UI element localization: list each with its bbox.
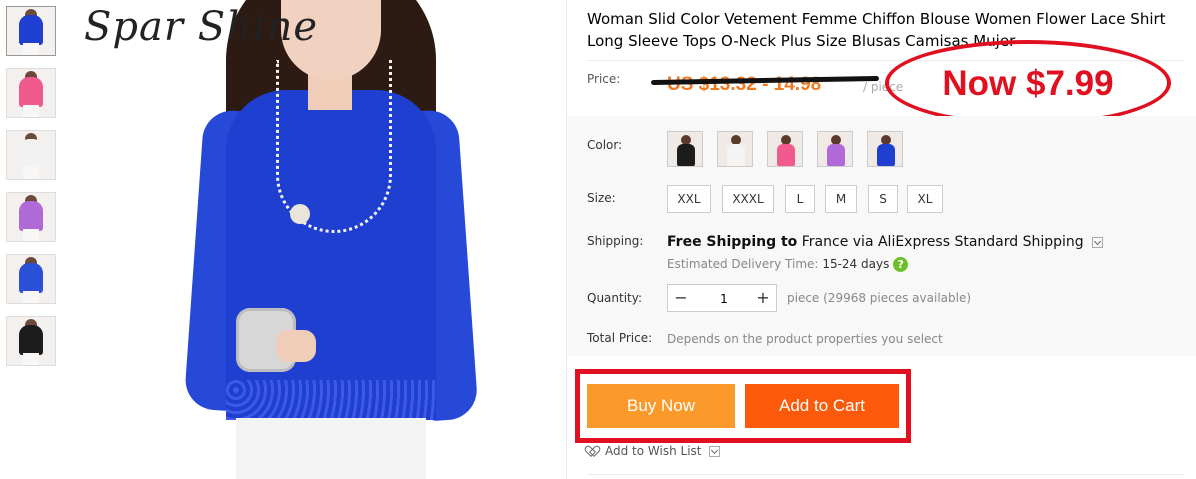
quantity-input[interactable] bbox=[694, 285, 754, 313]
quantity-available: piece (29968 pieces available) bbox=[787, 291, 972, 305]
quantity-decrease-button[interactable]: − bbox=[668, 285, 694, 311]
lace-hem bbox=[226, 380, 436, 420]
brand-watermark: Spar Shine bbox=[84, 4, 319, 50]
thumbnail[interactable] bbox=[6, 130, 56, 180]
swatch-body bbox=[727, 144, 745, 166]
help-icon[interactable]: ? bbox=[893, 257, 909, 272]
heart-icon bbox=[587, 446, 601, 458]
swatch-body bbox=[677, 144, 695, 166]
swatch-body bbox=[877, 144, 895, 166]
thumbnail[interactable] bbox=[6, 6, 56, 56]
swatch-body bbox=[777, 144, 795, 166]
thumbnail-list bbox=[6, 6, 56, 378]
thumbnail[interactable] bbox=[6, 254, 56, 304]
size-option-xxxl[interactable]: XXXL bbox=[722, 185, 774, 213]
quantity-increase-button[interactable]: + bbox=[750, 285, 776, 311]
thumbnail-figure bbox=[19, 263, 43, 293]
thumbnail-figure bbox=[19, 15, 43, 45]
shipping-method: AliExpress Standard Shipping bbox=[877, 234, 1084, 250]
buy-now-button[interactable]: Buy Now bbox=[587, 384, 735, 428]
product-info-panel: Woman Slid Color Vetement Femme Chiffon … bbox=[566, 0, 1196, 479]
swatch-body bbox=[827, 144, 845, 166]
now-price: Now $7.99 bbox=[942, 64, 1114, 103]
thumbnail[interactable] bbox=[6, 192, 56, 242]
shipping-info: Free Shipping to France via AliExpress S… bbox=[667, 234, 1104, 250]
total-price-label: Total Price: bbox=[587, 331, 653, 345]
shipping-country: France via bbox=[801, 234, 874, 250]
quantity-label: Quantity: bbox=[587, 291, 643, 305]
delivery-days: 15-24 days bbox=[822, 257, 890, 271]
color-swatch[interactable] bbox=[867, 131, 903, 167]
color-swatch[interactable] bbox=[667, 131, 703, 167]
quantity-stepper: − + bbox=[667, 284, 777, 313]
white-pants bbox=[236, 418, 426, 479]
price-label: Price: bbox=[587, 72, 621, 86]
free-shipping-text: Free Shipping to bbox=[667, 234, 798, 250]
size-option-l[interactable]: L bbox=[785, 185, 815, 213]
delivery-label: Estimated Delivery Time: bbox=[667, 257, 819, 271]
thumbnail-figure bbox=[19, 77, 43, 107]
product-properties: Color: Size: XXL XXXL L M S XL Shipping:… bbox=[567, 116, 1196, 356]
color-swatch[interactable] bbox=[717, 131, 753, 167]
thumbnail-figure bbox=[19, 201, 43, 231]
add-to-wish-list-link[interactable]: Add to Wish List bbox=[587, 444, 721, 458]
thumbnail-figure bbox=[19, 139, 43, 169]
color-swatch[interactable] bbox=[767, 131, 803, 167]
flower-pendant bbox=[290, 204, 310, 224]
thumbnail-pants bbox=[23, 43, 39, 55]
thumbnail-pants bbox=[23, 229, 39, 241]
thumbnail[interactable] bbox=[6, 316, 56, 366]
divider bbox=[587, 474, 1183, 475]
thumbnail-pants bbox=[23, 105, 39, 117]
size-option-xl[interactable]: XL bbox=[907, 185, 943, 213]
total-price-note: Depends on the product properties you se… bbox=[667, 332, 943, 346]
color-label: Color: bbox=[587, 138, 623, 152]
thumbnail[interactable] bbox=[6, 68, 56, 118]
thumbnail-pants bbox=[23, 167, 39, 179]
size-option-s[interactable]: S bbox=[868, 185, 898, 213]
chevron-down-icon[interactable] bbox=[1092, 236, 1104, 248]
size-label: Size: bbox=[587, 191, 616, 205]
delivery-estimate: Estimated Delivery Time: 15-24 days ? bbox=[667, 257, 909, 272]
thumbnail-figure bbox=[19, 325, 43, 355]
thumbnail-pants bbox=[23, 291, 39, 303]
product-main-image[interactable]: Spar Shine bbox=[76, 0, 564, 479]
model-hand bbox=[276, 330, 316, 362]
color-swatch[interactable] bbox=[817, 131, 853, 167]
add-to-cart-button[interactable]: Add to Cart bbox=[745, 384, 899, 428]
chevron-down-icon[interactable] bbox=[709, 446, 721, 457]
size-option-m[interactable]: M bbox=[825, 185, 857, 213]
shipping-label: Shipping: bbox=[587, 234, 644, 248]
size-option-xxl[interactable]: XXL bbox=[667, 185, 711, 213]
thumbnail-pants bbox=[23, 353, 39, 365]
wish-list-label: Add to Wish List bbox=[605, 444, 702, 458]
